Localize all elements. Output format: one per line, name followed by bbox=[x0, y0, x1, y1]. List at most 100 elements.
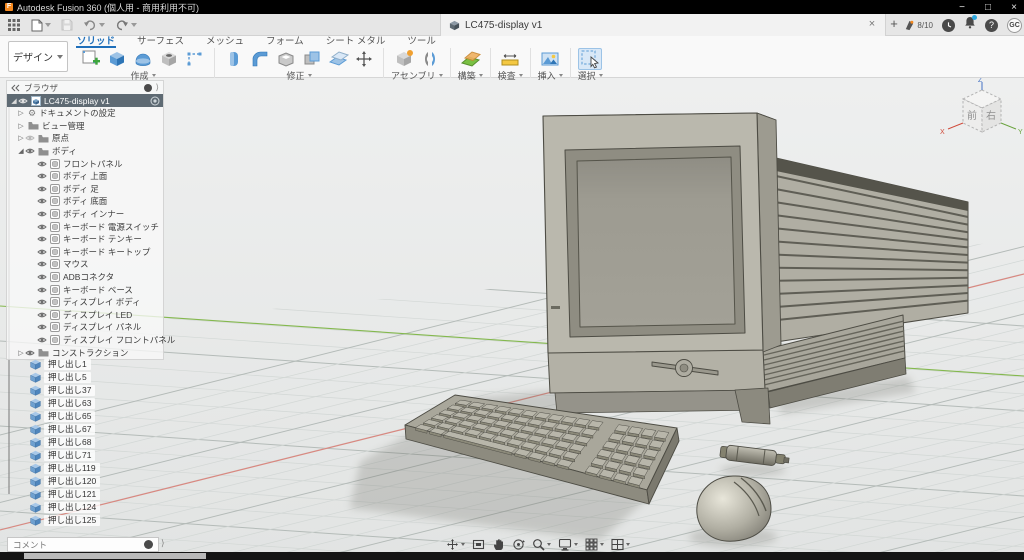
feature-row[interactable]: 押し出し67 bbox=[6, 423, 100, 436]
browser-row[interactable]: ディスプレイ フロントパネル bbox=[7, 334, 163, 347]
feature-label[interactable]: 押し出し125 bbox=[44, 515, 100, 526]
offset-icon[interactable] bbox=[326, 48, 350, 70]
feature-label[interactable]: 押し出し124 bbox=[44, 502, 100, 513]
feature-label[interactable]: 押し出し67 bbox=[44, 424, 95, 435]
root-component-label[interactable]: LC475-display v1 bbox=[44, 96, 150, 106]
construct-plane-icon[interactable] bbox=[458, 48, 482, 70]
notifications-button[interactable] bbox=[964, 16, 976, 34]
eye-icon[interactable] bbox=[37, 260, 47, 268]
press-pull-icon[interactable] bbox=[222, 48, 246, 70]
eye-icon[interactable] bbox=[37, 311, 47, 319]
ribbon-tab-1[interactable]: サーフェス bbox=[136, 36, 185, 48]
feature-row[interactable]: 押し出し120 bbox=[6, 475, 100, 488]
feature-label[interactable]: 押し出し63 bbox=[44, 398, 95, 409]
extensions-button[interactable]: 8/10 bbox=[904, 20, 933, 31]
eye-icon[interactable] bbox=[25, 349, 35, 357]
undo-icon[interactable] bbox=[80, 16, 108, 34]
move-icon[interactable] bbox=[352, 48, 376, 70]
new-tab-button[interactable]: + bbox=[886, 16, 902, 32]
browser-item-label[interactable]: ボディ 足 bbox=[63, 183, 99, 195]
eye-icon[interactable] bbox=[37, 197, 47, 205]
feature-row[interactable]: 押し出し5 bbox=[6, 371, 100, 384]
maximize-button[interactable]: □ bbox=[982, 1, 994, 14]
browser-row[interactable]: ▷⚙ドキュメントの設定 bbox=[7, 107, 163, 120]
view-cube[interactable]: 前 右 Z X Y bbox=[938, 74, 1024, 156]
browser-row[interactable]: ボディ インナー bbox=[7, 208, 163, 221]
timeline-scrollbar[interactable] bbox=[24, 553, 206, 559]
close-button[interactable]: × bbox=[1008, 1, 1020, 14]
eye-icon[interactable] bbox=[37, 223, 47, 231]
eye-icon[interactable] bbox=[37, 210, 47, 218]
group-dropdown-2[interactable]: アセンブリ bbox=[391, 69, 443, 82]
feature-row[interactable]: 押し出し65 bbox=[6, 410, 100, 423]
feature-row[interactable]: 押し出し125 bbox=[6, 514, 100, 527]
feature-label[interactable]: 押し出し120 bbox=[44, 476, 100, 487]
insert-canvas-icon[interactable] bbox=[538, 48, 562, 70]
joint-icon[interactable] bbox=[418, 48, 442, 70]
browser-item-label[interactable]: ADBコネクタ bbox=[63, 271, 114, 283]
orbit-icon[interactable] bbox=[512, 538, 525, 551]
feature-label[interactable]: 押し出し71 bbox=[44, 450, 95, 461]
feature-row[interactable]: 押し出し71 bbox=[6, 449, 100, 462]
expander-icon[interactable]: ▷ bbox=[17, 122, 25, 130]
eye-icon[interactable] bbox=[37, 323, 47, 331]
minimize-button[interactable]: − bbox=[956, 1, 968, 14]
ribbon-tab-0[interactable]: ソリッド bbox=[76, 36, 116, 48]
browser-row[interactable]: キーボード ベース bbox=[7, 283, 163, 296]
feature-label[interactable]: 押し出し1 bbox=[44, 359, 91, 370]
eye-icon[interactable] bbox=[37, 248, 47, 256]
feature-row[interactable]: 押し出し63 bbox=[6, 397, 100, 410]
comment-bar[interactable]: コメント bbox=[7, 537, 159, 552]
feature-row[interactable]: 押し出し1 bbox=[6, 358, 100, 371]
measure-icon[interactable] bbox=[498, 48, 522, 70]
fillet-icon[interactable] bbox=[248, 48, 272, 70]
browser-row[interactable]: キーボード キートップ bbox=[7, 246, 163, 259]
sketch-dims-icon[interactable] bbox=[183, 48, 207, 70]
browser-item-label[interactable]: キーボード テンキー bbox=[63, 233, 142, 245]
browser-item-label[interactable]: ディスプレイ フロントパネル bbox=[63, 334, 175, 346]
browser-row[interactable]: キーボード テンキー bbox=[7, 233, 163, 246]
file-icon[interactable] bbox=[28, 16, 54, 34]
feature-row[interactable]: 押し出し124 bbox=[6, 501, 100, 514]
eye-icon[interactable] bbox=[25, 147, 35, 155]
activate-radio-icon[interactable] bbox=[150, 96, 160, 106]
group-dropdown-4[interactable]: 検査 bbox=[498, 69, 523, 82]
eye-icon[interactable] bbox=[37, 235, 47, 243]
browser-item-label[interactable]: ボディ インナー bbox=[63, 208, 124, 220]
eye-icon[interactable] bbox=[37, 185, 47, 193]
eye-icon[interactable] bbox=[37, 273, 47, 281]
browser-row[interactable]: ボディ 足 bbox=[7, 183, 163, 196]
browser-row[interactable]: ボディ 上面 bbox=[7, 170, 163, 183]
panel-chevron-icon[interactable]: ⟩ bbox=[156, 82, 159, 93]
feature-label[interactable]: 押し出し121 bbox=[44, 489, 100, 500]
group-dropdown-6[interactable]: 選択 bbox=[578, 69, 603, 82]
browser-item-label[interactable]: ディスプレイ LED bbox=[63, 309, 132, 321]
hole-icon[interactable] bbox=[157, 48, 181, 70]
browser-row[interactable]: ディスプレイ ボディ bbox=[7, 296, 163, 309]
feature-label[interactable]: 押し出し5 bbox=[44, 372, 91, 383]
look-at-icon[interactable] bbox=[472, 538, 485, 551]
browser-row[interactable]: ボディ 底面 bbox=[7, 195, 163, 208]
combine-icon[interactable] bbox=[300, 48, 324, 70]
browser-row[interactable]: ADBコネクタ bbox=[7, 271, 163, 284]
feature-label[interactable]: 押し出し37 bbox=[44, 385, 95, 396]
browser-row[interactable]: ディスプレイ パネル bbox=[7, 321, 163, 334]
select-icon[interactable] bbox=[578, 48, 602, 70]
redo-icon[interactable] bbox=[112, 16, 140, 34]
browser-row[interactable]: ▷ビュー管理 bbox=[7, 120, 163, 133]
display-settings-icon[interactable] bbox=[558, 538, 578, 551]
group-dropdown-5[interactable]: 挿入 bbox=[538, 69, 563, 82]
browser-item-label[interactable]: 原点 bbox=[52, 132, 69, 144]
ribbon-tab-3[interactable]: フォーム bbox=[265, 36, 305, 48]
pan-icon[interactable] bbox=[446, 538, 465, 551]
create-sketch-icon[interactable] bbox=[79, 48, 103, 70]
browser-item-label[interactable]: キーボード ベース bbox=[63, 284, 133, 296]
feature-row[interactable]: 押し出し68 bbox=[6, 436, 100, 449]
browser-item-label[interactable]: ボディ 上面 bbox=[63, 170, 107, 182]
feature-row[interactable]: 押し出し121 bbox=[6, 488, 100, 501]
ribbon-tab-5[interactable]: ツール bbox=[406, 36, 437, 48]
user-avatar[interactable]: GC bbox=[1007, 18, 1022, 33]
save-icon[interactable] bbox=[58, 16, 76, 34]
eye-icon[interactable] bbox=[37, 172, 47, 180]
group-dropdown-1[interactable]: 修正 bbox=[286, 69, 311, 82]
